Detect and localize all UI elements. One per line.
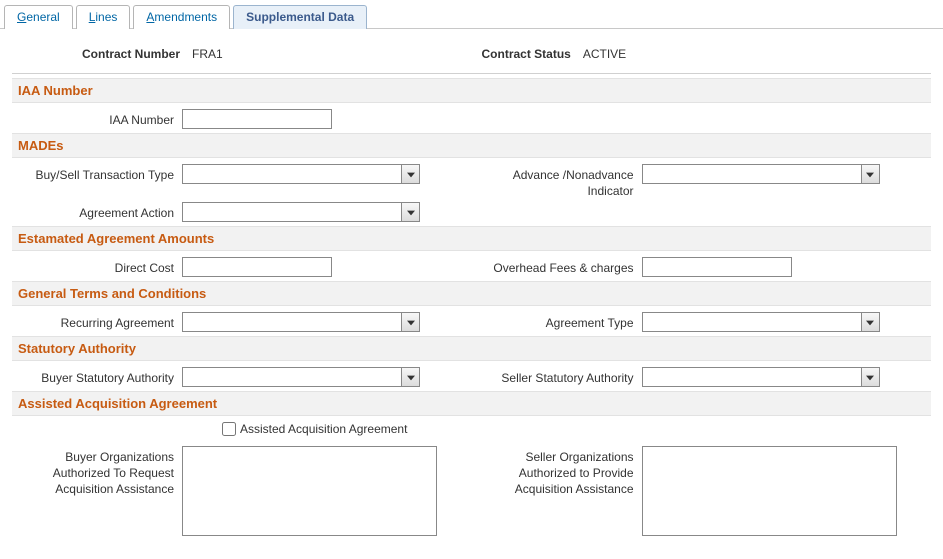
recurring-agreement-dropdown-button[interactable]	[402, 312, 420, 332]
chevron-down-icon	[407, 205, 415, 219]
buyer-statutory-label: Buyer Statutory Authority	[12, 367, 182, 386]
agreement-action-select[interactable]	[182, 202, 402, 222]
tab-amendments[interactable]: Amendments	[133, 5, 230, 29]
tab-lines[interactable]: Lines	[76, 5, 131, 29]
assisted-acquisition-checkbox-label: Assisted Acquisition Agreement	[240, 422, 407, 436]
section-mades: MADEs	[12, 133, 931, 158]
section-terms: General Terms and Conditions	[12, 281, 931, 306]
advance-indicator-select[interactable]	[642, 164, 862, 184]
chevron-down-icon	[407, 315, 415, 329]
header-row: Contract Number FRA1 Contract Status ACT…	[12, 41, 931, 74]
buyer-statutory-select[interactable]	[182, 367, 402, 387]
contract-status-label: Contract Status	[482, 47, 571, 61]
buy-sell-select[interactable]	[182, 164, 402, 184]
section-iaa-number: IAA Number	[12, 78, 931, 103]
advance-indicator-dropdown-button[interactable]	[862, 164, 880, 184]
recurring-agreement-label: Recurring Agreement	[12, 312, 182, 331]
buy-sell-dropdown-button[interactable]	[402, 164, 420, 184]
assisted-acquisition-checkbox[interactable]	[222, 422, 236, 436]
section-assisted: Assisted Acquisition Agreement	[12, 391, 931, 416]
content-area: Contract Number FRA1 Contract Status ACT…	[0, 29, 943, 559]
seller-statutory-dropdown-button[interactable]	[862, 367, 880, 387]
overhead-input[interactable]	[642, 257, 792, 277]
agreement-type-select[interactable]	[642, 312, 862, 332]
section-estimated-amounts: Estamated Agreement Amounts	[12, 226, 931, 251]
tab-supplemental-data[interactable]: Supplemental Data	[233, 5, 367, 29]
seller-statutory-select[interactable]	[642, 367, 862, 387]
overhead-label: Overhead Fees & charges	[492, 257, 642, 276]
contract-number-value: FRA1	[192, 47, 223, 61]
agreement-type-label: Agreement Type	[492, 312, 642, 331]
tab-bar: General Lines Amendments Supplemental Da…	[0, 0, 943, 29]
chevron-down-icon	[407, 167, 415, 181]
seller-org-textarea[interactable]	[642, 446, 897, 536]
agreement-type-dropdown-button[interactable]	[862, 312, 880, 332]
buy-sell-label: Buy/Sell Transaction Type	[12, 164, 182, 183]
agreement-action-dropdown-button[interactable]	[402, 202, 420, 222]
section-statutory: Statutory Authority	[12, 336, 931, 361]
buyer-statutory-dropdown-button[interactable]	[402, 367, 420, 387]
contract-number-label: Contract Number	[82, 47, 180, 61]
iaa-number-input[interactable]	[182, 109, 332, 129]
seller-statutory-label: Seller Statutory Authority	[492, 367, 642, 386]
buyer-org-textarea[interactable]	[182, 446, 437, 536]
buyer-org-label: Buyer Organizations Authorized To Reques…	[12, 446, 182, 497]
advance-indicator-label: Advance /Nonadvance Indicator	[492, 164, 642, 199]
chevron-down-icon	[866, 167, 874, 181]
chevron-down-icon	[866, 370, 874, 384]
tab-general[interactable]: General	[4, 5, 73, 29]
seller-org-label: Seller Organizations Authorized to Provi…	[492, 446, 642, 497]
agreement-action-label: Agreement Action	[12, 202, 182, 221]
iaa-number-label: IAA Number	[12, 109, 182, 128]
chevron-down-icon	[407, 370, 415, 384]
direct-cost-label: Direct Cost	[12, 257, 182, 276]
direct-cost-input[interactable]	[182, 257, 332, 277]
recurring-agreement-select[interactable]	[182, 312, 402, 332]
chevron-down-icon	[866, 315, 874, 329]
contract-status-value: ACTIVE	[583, 47, 626, 61]
